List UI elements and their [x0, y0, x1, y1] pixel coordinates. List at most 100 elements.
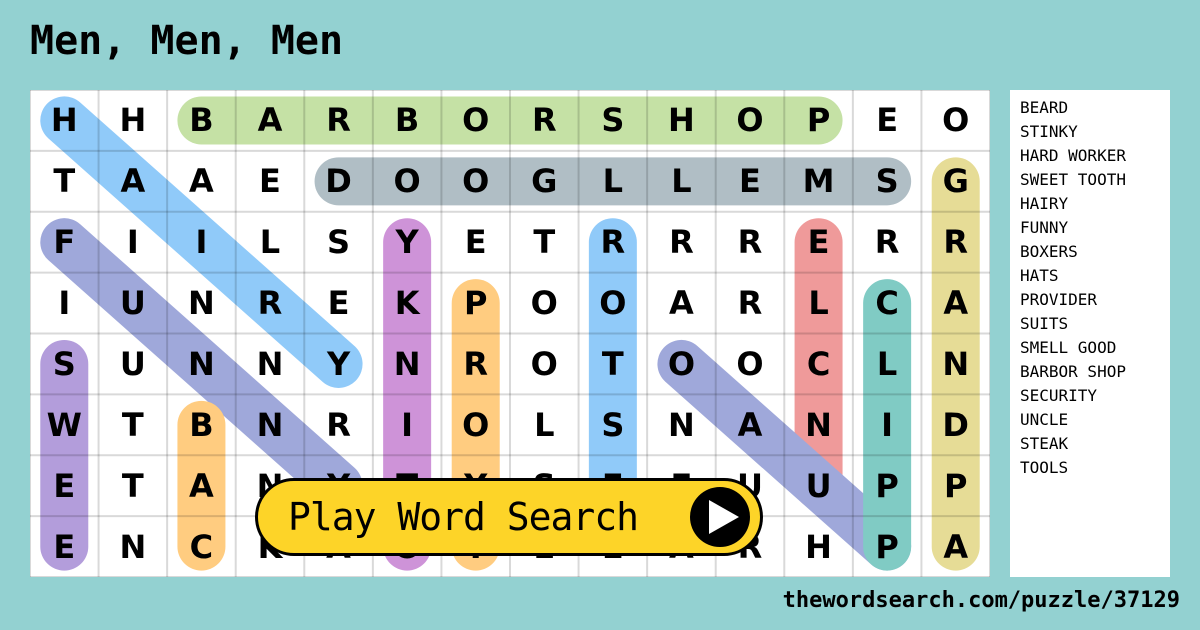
grid-cell[interactable]: N — [167, 334, 236, 395]
grid-cell[interactable]: R — [716, 273, 785, 334]
grid-cell[interactable]: A — [167, 151, 236, 212]
grid-cell[interactable]: S — [30, 334, 99, 395]
grid-cell[interactable]: U — [99, 334, 168, 395]
grid-cell[interactable]: H — [647, 90, 716, 151]
grid-cell[interactable]: L — [579, 151, 648, 212]
grid-cell[interactable]: E — [30, 455, 99, 516]
grid-cell[interactable]: N — [236, 334, 305, 395]
grid-cell[interactable]: E — [304, 273, 373, 334]
grid-cell[interactable]: N — [647, 394, 716, 455]
grid-cell[interactable]: R — [579, 212, 648, 273]
grid-cell[interactable]: I — [853, 394, 922, 455]
grid-cell[interactable]: O — [647, 334, 716, 395]
grid-cell[interactable]: E — [30, 516, 99, 577]
grid-cell[interactable]: A — [921, 273, 990, 334]
grid-cell[interactable]: N — [99, 516, 168, 577]
grid-cell[interactable]: P — [853, 516, 922, 577]
grid-cell[interactable]: I — [167, 212, 236, 273]
grid-cell[interactable]: O — [579, 273, 648, 334]
grid-cell[interactable]: A — [99, 151, 168, 212]
grid-cell[interactable]: R — [716, 212, 785, 273]
grid-cell[interactable]: B — [167, 90, 236, 151]
grid-cell[interactable]: C — [853, 273, 922, 334]
grid-cell[interactable]: I — [99, 212, 168, 273]
grid-cell[interactable]: H — [99, 90, 168, 151]
grid-cell[interactable]: S — [579, 90, 648, 151]
play-word-search-button[interactable]: Play Word Search — [255, 478, 763, 556]
grid-cell[interactable]: P — [784, 90, 853, 151]
grid-cell[interactable]: I — [30, 273, 99, 334]
grid-cell[interactable]: W — [30, 394, 99, 455]
grid-cell[interactable]: T — [99, 394, 168, 455]
grid-cell[interactable]: L — [647, 151, 716, 212]
grid-cell[interactable]: E — [853, 90, 922, 151]
grid-cell[interactable]: O — [716, 90, 785, 151]
grid-cell[interactable]: K — [373, 273, 442, 334]
grid-cell[interactable]: R — [510, 90, 579, 151]
grid-cell[interactable]: T — [579, 334, 648, 395]
grid-cell[interactable]: O — [510, 273, 579, 334]
grid-cell[interactable]: S — [579, 394, 648, 455]
grid-cell[interactable]: T — [99, 455, 168, 516]
grid-cell[interactable]: R — [441, 334, 510, 395]
grid-cell[interactable]: U — [784, 455, 853, 516]
grid-cell[interactable]: S — [304, 212, 373, 273]
grid-cell[interactable]: I — [373, 394, 442, 455]
grid-cell[interactable]: C — [784, 334, 853, 395]
grid-cell[interactable]: A — [236, 90, 305, 151]
grid-cell[interactable]: L — [236, 212, 305, 273]
grid-cell[interactable]: P — [853, 455, 922, 516]
grid-cell[interactable]: O — [716, 334, 785, 395]
grid-cell[interactable]: E — [236, 151, 305, 212]
grid-cell[interactable]: R — [853, 212, 922, 273]
grid-cell[interactable]: O — [510, 334, 579, 395]
grid-cell[interactable]: G — [921, 151, 990, 212]
grid-cell[interactable]: O — [921, 90, 990, 151]
grid-cell[interactable]: E — [784, 212, 853, 273]
grid-cell[interactable]: N — [784, 394, 853, 455]
grid-cell[interactable]: T — [510, 212, 579, 273]
grid-cell[interactable]: Y — [304, 334, 373, 395]
grid-cell[interactable]: O — [441, 151, 510, 212]
grid-cell[interactable]: N — [167, 273, 236, 334]
grid-cell[interactable]: L — [784, 273, 853, 334]
grid-cell[interactable]: Y — [373, 212, 442, 273]
puzzle-url[interactable]: thewordsearch.com/puzzle/37129 — [783, 588, 1180, 613]
grid-cell[interactable]: B — [373, 90, 442, 151]
grid-cell[interactable]: L — [510, 394, 579, 455]
grid-cell[interactable]: E — [441, 212, 510, 273]
word-list-item: SECURITY — [1020, 386, 1098, 405]
grid-cell[interactable]: L — [853, 334, 922, 395]
grid-cell[interactable]: O — [441, 90, 510, 151]
grid-cell[interactable]: O — [373, 151, 442, 212]
grid-cell[interactable]: F — [30, 212, 99, 273]
grid-cell[interactable]: R — [921, 212, 990, 273]
grid-cell[interactable]: D — [921, 394, 990, 455]
grid-cell[interactable]: A — [921, 516, 990, 577]
grid-cell[interactable]: M — [784, 151, 853, 212]
grid-cell[interactable]: S — [853, 151, 922, 212]
grid-cell[interactable]: R — [304, 90, 373, 151]
grid-cell[interactable]: H — [30, 90, 99, 151]
grid-cell[interactable]: P — [441, 273, 510, 334]
grid-cell[interactable]: D — [304, 151, 373, 212]
grid-cell[interactable]: A — [167, 455, 236, 516]
grid-cell[interactable]: T — [30, 151, 99, 212]
grid-cell[interactable]: A — [716, 394, 785, 455]
grid-cell[interactable]: E — [716, 151, 785, 212]
grid-cell[interactable]: N — [236, 394, 305, 455]
grid-cell[interactable]: H — [784, 516, 853, 577]
grid-cell[interactable]: R — [304, 394, 373, 455]
grid-cell[interactable]: O — [441, 394, 510, 455]
grid-cell[interactable]: N — [921, 334, 990, 395]
grid-cell[interactable]: B — [167, 394, 236, 455]
grid-cell[interactable]: G — [510, 151, 579, 212]
grid-cell[interactable]: R — [236, 273, 305, 334]
grid-cell[interactable]: R — [647, 212, 716, 273]
grid-cell[interactable]: P — [921, 455, 990, 516]
grid-cell[interactable]: A — [647, 273, 716, 334]
grid-cell[interactable]: C — [167, 516, 236, 577]
word-list: BEARD STINKY HARD WORKER SWEET TOOTH HAIRY FU… — [1010, 90, 1170, 577]
grid-cell[interactable]: U — [99, 273, 168, 334]
grid-cell[interactable]: N — [373, 334, 442, 395]
